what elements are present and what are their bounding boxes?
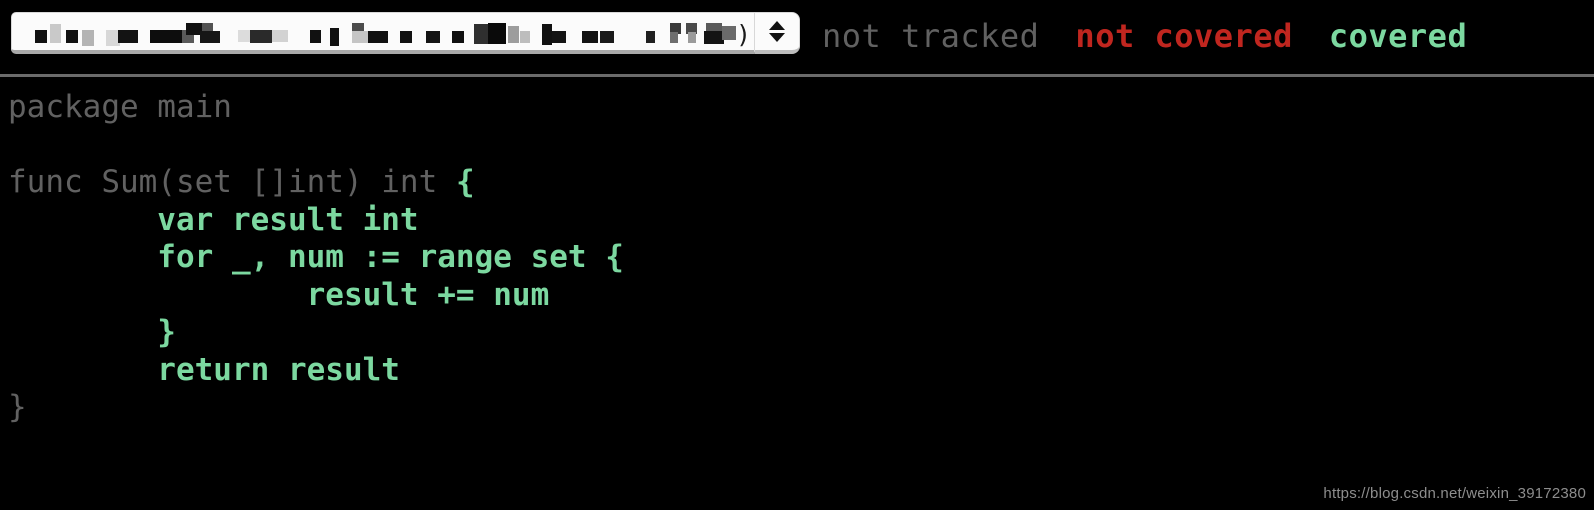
source-run-g1: for _, num := range set { — [8, 239, 624, 275]
source-run-g1: { — [455, 164, 475, 200]
source-run-g0: func Sum(set []int) int — [8, 164, 456, 200]
redacted-filename-text — [22, 22, 748, 46]
source-run-g1: return result — [8, 351, 400, 388]
watermark: https://blog.csdn.net/weixin_39172380 — [1323, 485, 1586, 502]
coverage-legend: not tracked not covered covered — [822, 14, 1467, 58]
file-selector-spinner[interactable] — [755, 12, 800, 54]
source-run-g1: var result int — [8, 201, 419, 238]
source-run-g0: package main — [8, 89, 232, 125]
triangle-up-icon[interactable] — [769, 21, 785, 30]
source-run-g1: } — [8, 314, 176, 350]
toolbar: ) not tracked not covered covered — [0, 0, 1594, 77]
source-run-g1: result += num — [8, 276, 550, 313]
file-selector-value[interactable]: ) — [11, 12, 755, 54]
coverage-source-listing: package main func Sum(set []int) int { v… — [0, 77, 1594, 510]
file-selector[interactable]: ) — [11, 12, 800, 54]
legend-not-covered: not covered — [1075, 17, 1293, 55]
triangle-down-icon[interactable] — [769, 33, 785, 42]
legend-covered: covered — [1328, 17, 1468, 55]
legend-not-tracked: not tracked — [822, 17, 1040, 55]
file-selector-paren: ) — [738, 20, 748, 49]
source-run-g0: } — [8, 389, 27, 425]
